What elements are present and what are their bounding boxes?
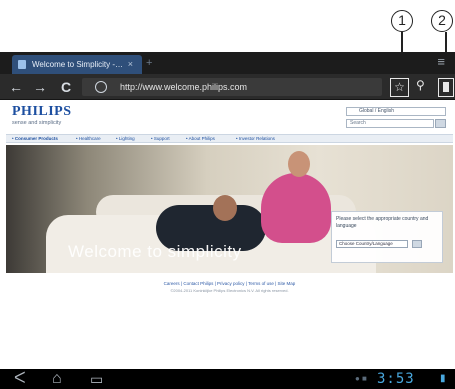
philips-logo[interactable]: PHILIPS	[12, 104, 72, 120]
woman-image	[261, 173, 331, 243]
nav-consumer-products[interactable]: • Consumer Products	[12, 135, 58, 143]
url-text[interactable]: http://www.welcome.philips.com	[120, 78, 247, 96]
forward-icon[interactable]: →	[30, 74, 50, 100]
search-icon[interactable]: ⚲	[416, 78, 425, 92]
country-panel: Please select the appropriate country an…	[331, 211, 443, 263]
web-page: PHILIPS sense and simplicity Global / En…	[6, 101, 453, 369]
site-nav: • Consumer Products • Healthcare • Light…	[6, 134, 453, 143]
hero-headline: Welcome to simplicity	[68, 242, 242, 261]
callout-1: 1	[391, 10, 413, 32]
recent-apps-icon[interactable]: ▭	[90, 369, 103, 389]
globe-icon	[95, 81, 107, 93]
close-tab-icon[interactable]: ×	[128, 55, 133, 74]
man-head-image	[213, 195, 237, 221]
country-go-button[interactable]	[412, 240, 422, 248]
site-search-button[interactable]	[435, 119, 446, 128]
browser-tab[interactable]: Welcome to Simplicity -… ×	[12, 55, 142, 74]
screenshot: 1 2 Welcome to Simplicity -… × + ≡ ← → C…	[0, 0, 455, 389]
wifi-icon: ▮	[440, 373, 446, 384]
country-selector[interactable]: Global / English	[346, 107, 446, 116]
reload-icon[interactable]: C	[56, 74, 76, 100]
tab-title: Welcome to Simplicity -…	[32, 60, 123, 69]
footer-links[interactable]: Careers | Contact Philips | Privacy poli…	[6, 281, 453, 286]
footer-copyright: ©2004-2011 Koninklijke Philips Electroni…	[170, 288, 289, 293]
clock[interactable]: 3:53	[377, 369, 415, 389]
menu-icon[interactable]: ≡	[437, 54, 445, 69]
site-search-input[interactable]: Search	[346, 119, 434, 128]
nav-investor-relations[interactable]: • Investor Relations	[236, 135, 275, 143]
new-tab-icon[interactable]: +	[146, 57, 152, 69]
country-language-select[interactable]: Choose Country/Language	[336, 240, 408, 248]
bookmark-star-icon[interactable]: ☆	[390, 78, 409, 97]
nav-about-philips[interactable]: • About Philips	[186, 135, 215, 143]
bookmarks-icon[interactable]	[438, 78, 454, 97]
hero-banner: Welcome to simplicity Please select the …	[6, 145, 453, 273]
country-panel-message: Please select the appropriate country an…	[336, 216, 429, 229]
nav-support[interactable]: • Support	[151, 135, 170, 143]
woman-head-image	[288, 151, 310, 177]
back-nav-icon[interactable]: ᐸ	[14, 369, 26, 389]
notification-icons[interactable]: ● ■	[355, 369, 367, 389]
back-icon[interactable]: ←	[6, 74, 26, 100]
nav-lighting[interactable]: • Lighting	[116, 135, 135, 143]
nav-healthcare[interactable]: • Healthcare	[76, 135, 101, 143]
tagline: sense and simplicity	[12, 120, 62, 126]
callout-2: 2	[431, 10, 453, 32]
home-icon[interactable]: ⌂	[52, 369, 62, 389]
favicon-icon	[18, 60, 26, 69]
